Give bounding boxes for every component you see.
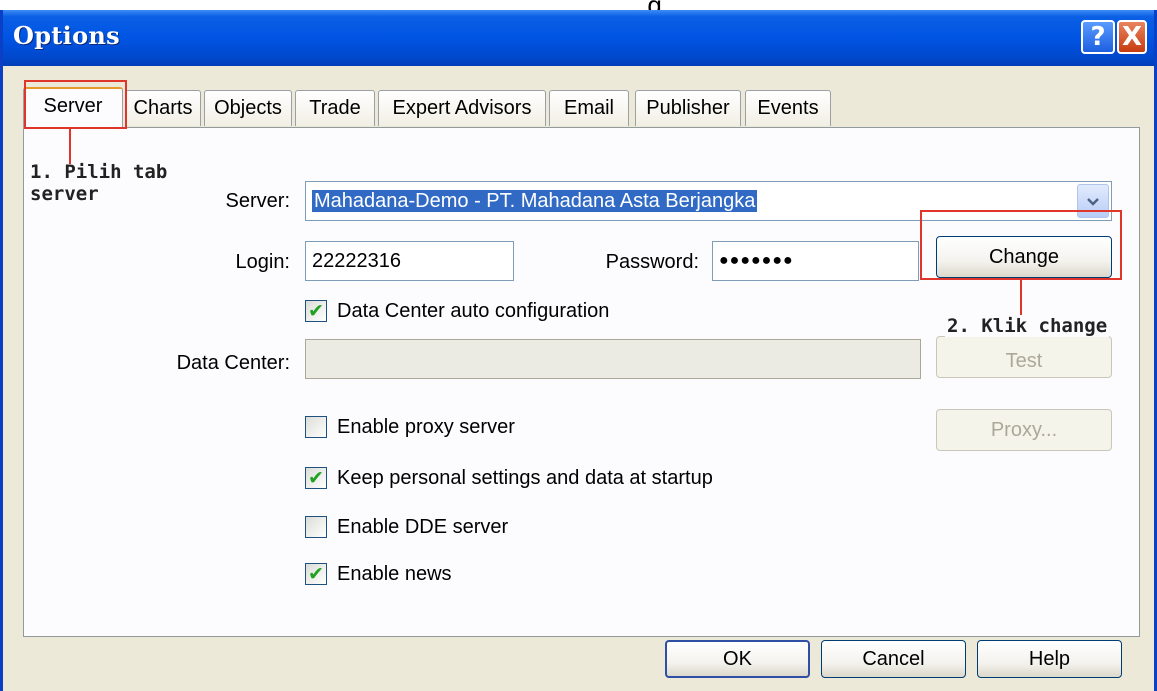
title-bar[interactable]: Options ? X <box>3 10 1154 66</box>
annotation-box-change <box>920 210 1122 280</box>
tab-charts[interactable]: Charts <box>125 90 201 126</box>
keep-settings-label: Keep personal settings and data at start… <box>337 467 713 489</box>
check-icon[interactable]: ✔ <box>305 467 327 489</box>
auto-config-label: Data Center auto configuration <box>337 300 610 322</box>
window-title: Options <box>13 21 120 50</box>
server-tab-panel: Server: Mahadana-Demo - PT. Mahadana Ast… <box>23 127 1140 637</box>
cancel-button[interactable]: Cancel <box>821 640 966 678</box>
test-button[interactable]: Test <box>936 336 1112 378</box>
login-label: Login: <box>235 251 291 273</box>
close-icon[interactable]: X <box>1117 20 1147 54</box>
annotation-step2-text: 2. Klik change <box>945 315 1110 337</box>
auto-config-row[interactable]: ✔ Data Center auto configuration <box>305 298 705 324</box>
login-input[interactable]: 22222316 <box>305 241 514 281</box>
help-button[interactable]: Help <box>977 640 1122 678</box>
dde-row[interactable]: Enable DDE server <box>305 514 705 540</box>
tab-trade[interactable]: Trade <box>295 90 375 126</box>
annotation-line-change <box>1020 280 1022 319</box>
tab-expert-advisors[interactable]: Expert Advisors <box>378 90 546 126</box>
annotation-box-server-tab <box>24 80 127 129</box>
proxy-button[interactable]: Proxy... <box>936 409 1112 451</box>
server-label: Server: <box>225 190 290 212</box>
annotation-step1-text: 1. Pilih tab server <box>30 161 168 205</box>
tab-objects[interactable]: Objects <box>204 90 292 126</box>
proxy-checkbox[interactable] <box>305 416 327 438</box>
annotation-line-server-tab <box>69 129 71 164</box>
ok-button[interactable]: OK <box>665 640 810 678</box>
options-dialog: Options ? X Server Charts Objects Trade … <box>0 10 1157 691</box>
proxy-label: Enable proxy server <box>337 416 515 438</box>
password-label: Password: <box>605 251 699 273</box>
screenshot-root: , … … … … g Options ? X Server Charts Ob… <box>0 0 1157 691</box>
check-icon[interactable]: ✔ <box>305 300 327 322</box>
server-combobox-value: Mahadana-Demo - PT. Mahadana Asta Berjan… <box>312 190 758 212</box>
news-row[interactable]: ✔ Enable news <box>305 561 705 587</box>
password-input[interactable]: ●●●●●●● <box>712 241 919 281</box>
news-label: Enable news <box>337 563 452 585</box>
check-icon[interactable]: ✔ <box>305 563 327 585</box>
dde-label: Enable DDE server <box>337 516 509 538</box>
data-center-input[interactable] <box>305 339 921 379</box>
help-icon[interactable]: ? <box>1081 20 1115 54</box>
dde-checkbox[interactable] <box>305 516 327 538</box>
data-center-label: Data Center: <box>176 352 290 374</box>
tab-email[interactable]: Email <box>549 90 629 126</box>
proxy-row[interactable]: Enable proxy server <box>305 414 705 440</box>
tab-publisher[interactable]: Publisher <box>635 90 741 126</box>
tab-events[interactable]: Events <box>745 90 831 126</box>
keep-settings-row[interactable]: ✔ Keep personal settings and data at sta… <box>305 465 805 491</box>
